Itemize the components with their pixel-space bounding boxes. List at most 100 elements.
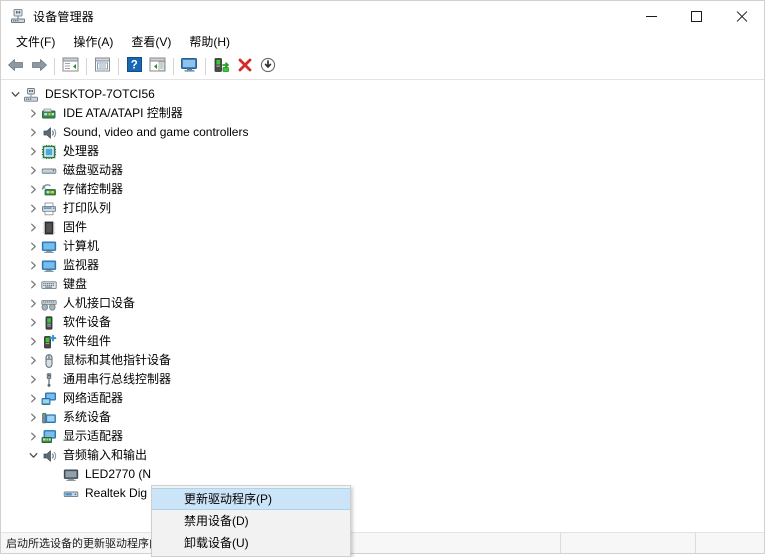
tree-row-display-adapters[interactable]: 显示适配器 xyxy=(1,427,764,446)
chevron-right-icon[interactable] xyxy=(25,256,41,275)
tree-row-device-led2770[interactable]: LED2770 (N xyxy=(1,465,764,484)
toolbar-separator xyxy=(118,58,119,75)
ide-controller-icon xyxy=(41,106,57,122)
tree-row-hid[interactable]: 人机接口设备 xyxy=(1,294,764,313)
forward-arrow-icon xyxy=(30,57,48,76)
toolbar: ? xyxy=(1,53,764,80)
minimize-button[interactable] xyxy=(629,1,674,31)
tree-item-label: 软件设备 xyxy=(63,313,111,332)
tree-row-print-queues[interactable]: 打印队列 xyxy=(1,199,764,218)
computer-icon xyxy=(41,239,57,255)
tree-item-label: 显示适配器 xyxy=(63,427,123,446)
minimize-icon xyxy=(646,16,657,17)
show-hide-console-tree-button[interactable] xyxy=(59,55,82,77)
device-tree[interactable]: DESKTOP-7OTCI56 IDE ATA/ATAPI 控制器 xyxy=(1,80,764,532)
tree-item-label: 系统设备 xyxy=(63,408,111,427)
menu-view[interactable]: 查看(V) xyxy=(122,31,180,53)
status-bar: 启动所选设备的更新驱动程序向导。 xyxy=(1,532,764,553)
disable-device-button[interactable] xyxy=(256,55,279,77)
tree-row-device-realtek[interactable]: Realtek Dig xyxy=(1,484,764,503)
forward-button[interactable] xyxy=(27,55,50,77)
print-queue-icon xyxy=(41,201,57,217)
chevron-right-icon[interactable] xyxy=(25,332,41,351)
tree-item-label: 音频输入和输出 xyxy=(63,446,147,465)
tree-item-label: 处理器 xyxy=(63,142,99,161)
tree-item-label: Realtek Dig xyxy=(85,484,147,503)
tree-item-label: LED2770 (N xyxy=(85,465,151,484)
chevron-right-icon[interactable] xyxy=(25,161,41,180)
scan-hardware-changes-button[interactable] xyxy=(178,55,201,77)
chevron-right-icon[interactable] xyxy=(25,104,41,123)
menu-help[interactable]: 帮助(H) xyxy=(180,31,239,53)
menu-bar: 文件(F) 操作(A) 查看(V) 帮助(H) xyxy=(1,31,764,53)
properties-button[interactable] xyxy=(91,55,114,77)
menu-file[interactable]: 文件(F) xyxy=(7,31,64,53)
toolbar-separator xyxy=(54,58,55,75)
tree-item-label: 键盘 xyxy=(63,275,87,294)
chevron-down-icon[interactable] xyxy=(25,446,41,465)
chevron-right-icon[interactable] xyxy=(25,313,41,332)
chevron-right-icon[interactable] xyxy=(25,389,41,408)
computer-root-icon xyxy=(23,87,39,103)
ctx-uninstall-device[interactable]: 卸载设备(U) xyxy=(152,532,350,554)
tree-row-software-devices[interactable]: 软件设备 xyxy=(1,313,764,332)
audio-device-monitor-icon xyxy=(63,467,79,483)
firmware-icon xyxy=(41,220,57,236)
chevron-right-icon[interactable] xyxy=(25,275,41,294)
close-button[interactable] xyxy=(719,1,764,31)
tree-row-root[interactable]: DESKTOP-7OTCI56 xyxy=(1,85,764,104)
tree-row-disk-drives[interactable]: 磁盘驱动器 xyxy=(1,161,764,180)
tree-item-label: IDE ATA/ATAPI 控制器 xyxy=(63,104,183,123)
title-bar: 设备管理器 xyxy=(1,1,764,31)
chevron-right-icon[interactable] xyxy=(25,408,41,427)
chevron-down-icon[interactable] xyxy=(7,85,23,104)
tree-row-computer[interactable]: 计算机 xyxy=(1,237,764,256)
chevron-right-icon[interactable] xyxy=(25,351,41,370)
tree-row-processor[interactable]: 处理器 xyxy=(1,142,764,161)
tree-row-firmware[interactable]: 固件 xyxy=(1,218,764,237)
tree-item-label: 磁盘驱动器 xyxy=(63,161,123,180)
chevron-right-icon[interactable] xyxy=(25,427,41,446)
tree-row-ide-controller[interactable]: IDE ATA/ATAPI 控制器 xyxy=(1,104,764,123)
back-arrow-icon xyxy=(7,57,25,76)
chevron-right-icon[interactable] xyxy=(25,180,41,199)
back-button[interactable] xyxy=(4,55,27,77)
device-manager-window: 设备管理器 文件(F) 操作(A) 查看(V) 帮助(H) xyxy=(0,0,765,554)
help-button[interactable]: ? xyxy=(123,55,146,77)
tree-row-software-components[interactable]: 软件组件 xyxy=(1,332,764,351)
update-driver-button[interactable] xyxy=(210,55,233,77)
window-title: 设备管理器 xyxy=(33,8,94,25)
chevron-right-icon[interactable] xyxy=(25,199,41,218)
ctx-update-driver[interactable]: 更新驱动程序(P) xyxy=(152,488,350,510)
update-driver-icon xyxy=(213,57,230,76)
chevron-right-icon[interactable] xyxy=(25,294,41,313)
mouse-icon xyxy=(41,353,57,369)
chevron-right-icon[interactable] xyxy=(25,123,41,142)
chevron-right-icon[interactable] xyxy=(25,237,41,256)
tree-row-sound-video-game[interactable]: Sound, video and game controllers xyxy=(1,123,764,142)
tree-row-monitors[interactable]: 监视器 xyxy=(1,256,764,275)
tree-item-label: 监视器 xyxy=(63,256,99,275)
show-hide-action-pane-button[interactable] xyxy=(146,55,169,77)
toolbar-separator xyxy=(173,58,174,75)
tree-row-system-devices[interactable]: 系统设备 xyxy=(1,408,764,427)
uninstall-device-button[interactable] xyxy=(233,55,256,77)
tree-row-usb-controllers[interactable]: 通用串行总线控制器 xyxy=(1,370,764,389)
toolbar-separator xyxy=(86,58,87,75)
help-icon: ? xyxy=(127,57,142,75)
chevron-right-icon[interactable] xyxy=(25,218,41,237)
tree-item-label: 固件 xyxy=(63,218,87,237)
chevron-right-icon[interactable] xyxy=(25,142,41,161)
tree-row-mice[interactable]: 鼠标和其他指针设备 xyxy=(1,351,764,370)
maximize-button[interactable] xyxy=(674,1,719,31)
tree-row-keyboards[interactable]: 键盘 xyxy=(1,275,764,294)
context-menu[interactable]: 更新驱动程序(P) 禁用设备(D) 卸载设备(U) xyxy=(151,485,351,557)
menu-action[interactable]: 操作(A) xyxy=(64,31,122,53)
tree-row-network-adapters[interactable]: 网络适配器 xyxy=(1,389,764,408)
system-device-icon xyxy=(41,410,57,426)
tree-item-label: 计算机 xyxy=(63,237,99,256)
ctx-disable-device[interactable]: 禁用设备(D) xyxy=(152,510,350,532)
tree-row-storage-controllers[interactable]: 存储控制器 xyxy=(1,180,764,199)
tree-row-audio-io[interactable]: 音频输入和输出 xyxy=(1,446,764,465)
chevron-right-icon[interactable] xyxy=(25,370,41,389)
